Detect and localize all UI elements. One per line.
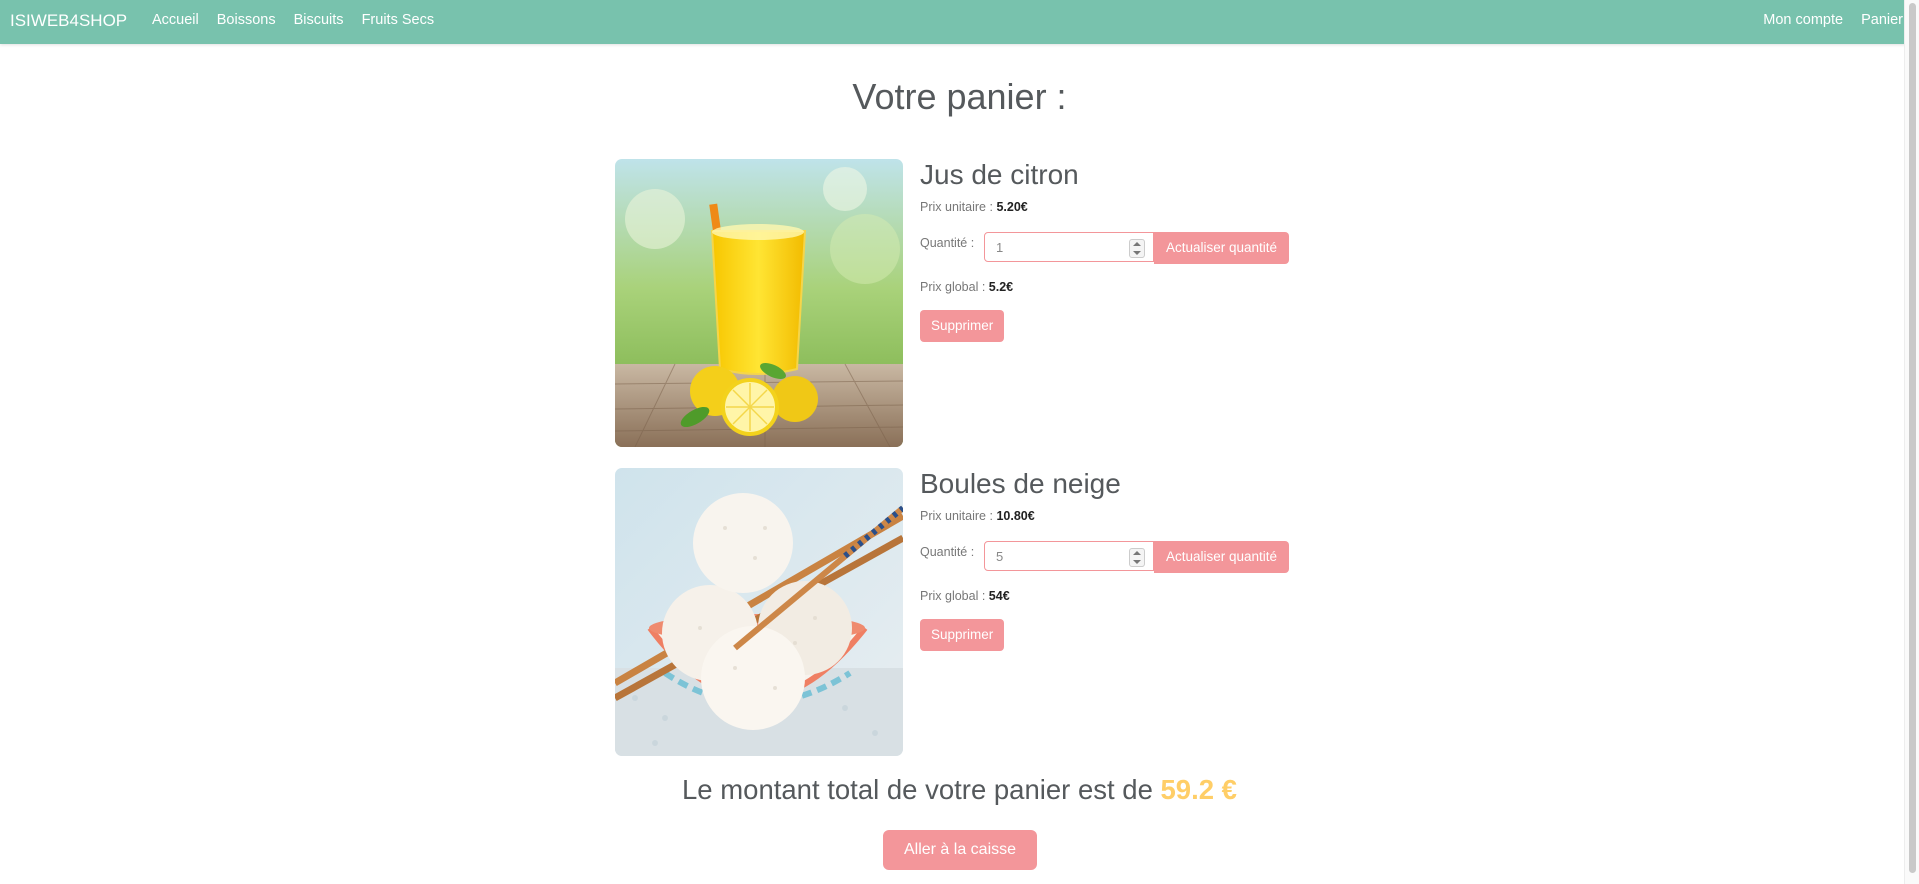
page-title: Votre panier : bbox=[852, 76, 1067, 117]
quantity-label: Quantité : bbox=[920, 236, 975, 250]
unit-price-label: Prix unitaire : bbox=[920, 509, 993, 523]
nav-link-panier[interactable]: Panier bbox=[1852, 0, 1903, 41]
product-name: Jus de citron bbox=[920, 159, 1079, 190]
unit-price-label: Prix unitaire : bbox=[920, 200, 993, 214]
quantity-value: 5 bbox=[996, 549, 1004, 564]
account-nav: Mon compte Panier bbox=[1754, 0, 1903, 41]
cart-total-amount: 59.2 € bbox=[1160, 774, 1237, 805]
scrollbar-thumb[interactable] bbox=[1909, 3, 1916, 873]
unit-price-row: Prix unitaire : 5.20€ bbox=[920, 200, 1028, 214]
delete-button[interactable]: Supprimer bbox=[920, 310, 1005, 342]
quantity-input[interactable]: 1 bbox=[984, 232, 1154, 262]
quantity-spinner-icon[interactable] bbox=[1129, 239, 1145, 258]
main-nav: Accueil Boissons Biscuits Fruits Secs bbox=[152, 0, 443, 41]
brand-logo[interactable]: ISIWEB4SHOP bbox=[10, 0, 127, 41]
global-price-row: Prix global : 5.2€ bbox=[920, 280, 1013, 294]
top-navbar: ISIWEB4SHOP Accueil Boissons Biscuits Fr… bbox=[0, 0, 1919, 44]
nav-link-mon-compte[interactable]: Mon compte bbox=[1754, 0, 1852, 41]
global-price-label: Prix global : bbox=[920, 589, 986, 603]
unit-price-value: 10.80€ bbox=[996, 509, 1035, 523]
nav-link-boissons[interactable]: Boissons bbox=[208, 0, 285, 41]
quantity-label: Quantité : bbox=[920, 545, 975, 559]
update-quantity-button[interactable]: Actualiser quantité bbox=[1154, 541, 1290, 573]
quantity-value: 1 bbox=[996, 240, 1004, 255]
product-image-snowballs bbox=[615, 468, 903, 756]
global-price-value: 5.2€ bbox=[988, 280, 1014, 294]
product-image-lemon-juice bbox=[615, 159, 903, 447]
global-price-value: 54€ bbox=[988, 589, 1010, 603]
quantity-spinner-icon[interactable] bbox=[1129, 548, 1145, 567]
cart-total: Le montant total de votre panier est de … bbox=[0, 774, 1919, 806]
nav-link-biscuits[interactable]: Biscuits bbox=[285, 0, 353, 41]
update-quantity-button[interactable]: Actualiser quantité bbox=[1154, 232, 1290, 264]
nav-link-fruits-secs[interactable]: Fruits Secs bbox=[353, 0, 444, 41]
checkout-button[interactable]: Aller à la caisse bbox=[883, 830, 1037, 870]
cart-item: Boules de neige Prix unitaire : 10.80€ Q… bbox=[615, 468, 1315, 756]
cart-total-text: Le montant total de votre panier est de bbox=[682, 774, 1153, 805]
unit-price-row: Prix unitaire : 10.80€ bbox=[920, 509, 1035, 523]
delete-button[interactable]: Supprimer bbox=[920, 619, 1005, 651]
nav-link-accueil[interactable]: Accueil bbox=[152, 0, 208, 41]
global-price-row: Prix global : 54€ bbox=[920, 589, 1010, 603]
quantity-input[interactable]: 5 bbox=[984, 541, 1154, 571]
product-name: Boules de neige bbox=[920, 468, 1121, 499]
unit-price-value: 5.20€ bbox=[996, 200, 1028, 214]
global-price-label: Prix global : bbox=[920, 280, 986, 294]
vertical-scrollbar[interactable] bbox=[1904, 0, 1919, 884]
cart-item: Jus de citron Prix unitaire : 5.20€ Quan… bbox=[615, 159, 1315, 447]
